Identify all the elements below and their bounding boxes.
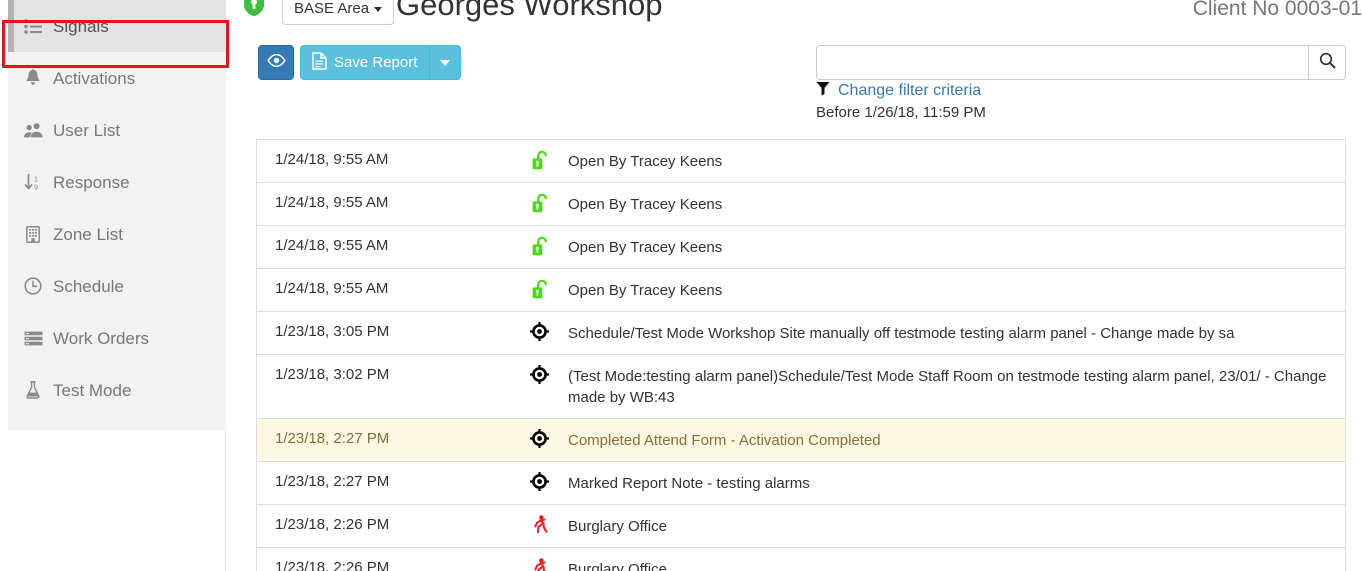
- signal-description: Open By Tracey Keens: [568, 153, 723, 170]
- table-row[interactable]: 1/23/18, 2:27 PM Completed Attend Form -…: [257, 419, 1345, 462]
- sidebar-item-schedule[interactable]: Schedule: [8, 260, 226, 312]
- filter-criteria-row: Change filter criteria: [816, 80, 981, 102]
- table-row[interactable]: 1/23/18, 2:26 PM Burglary Office: [257, 548, 1345, 571]
- table-row[interactable]: 1/23/18, 2:26 PM Burglary Office: [257, 505, 1345, 548]
- sidebar-item-user-list[interactable]: User List: [8, 104, 226, 156]
- unlock-icon: [523, 140, 556, 171]
- sidebar-item-label: User List: [53, 120, 121, 140]
- gear-icon: [523, 419, 556, 448]
- sidebar-menu: Signals Activations User List 1 9 Respons…: [8, 0, 226, 430]
- signal-description: Marked Report Note - testing alarms: [568, 475, 810, 492]
- flask-icon: [22, 380, 44, 400]
- building-icon: [22, 224, 44, 244]
- unlock-icon: [523, 226, 556, 257]
- sidebar-item-zone-list[interactable]: Zone List: [8, 208, 226, 260]
- sidebar-item-signals[interactable]: Signals: [8, 0, 226, 52]
- signal-timestamp: 1/23/18, 2:27 PM: [275, 430, 390, 447]
- sidebar-item-test-mode[interactable]: Test Mode: [8, 364, 226, 416]
- gear-icon: [523, 355, 556, 384]
- save-report-label: Save Report: [334, 54, 418, 71]
- signal-description: Burglary Office: [568, 561, 667, 571]
- funnel-icon: [816, 81, 830, 101]
- signal-description: Completed Attend Form - Activation Compl…: [568, 432, 881, 449]
- search-icon: [1319, 52, 1336, 74]
- table-row[interactable]: 1/24/18, 9:55 AM Open By Tracey Keens: [257, 269, 1345, 312]
- page-title: Georges Workshop: [396, 0, 663, 22]
- preview-button[interactable]: [258, 45, 294, 80]
- svg-text:9: 9: [34, 182, 38, 190]
- signal-timestamp: 1/24/18, 9:55 AM: [275, 280, 389, 297]
- chevron-down-icon: [374, 7, 383, 12]
- signal-timestamp: 1/23/18, 2:27 PM: [275, 473, 390, 490]
- sidebar-item-label: Response: [53, 172, 130, 192]
- sort-order-icon: 1 9: [22, 172, 44, 192]
- signal-timestamp: 1/23/18, 2:26 PM: [275, 559, 390, 571]
- server-icon: [22, 328, 44, 348]
- green-shield-icon: [243, 0, 265, 17]
- table-row[interactable]: 1/24/18, 9:55 AM Open By Tracey Keens: [257, 226, 1345, 269]
- signals-table: 1/24/18, 9:55 AM Open By Tracey Keens 1/2…: [256, 139, 1346, 571]
- sidebar-item-work-orders[interactable]: Work Orders: [8, 312, 226, 364]
- signal-timestamp: 1/24/18, 9:55 AM: [275, 151, 389, 168]
- sidebar-item-response[interactable]: 1 9 Response: [8, 156, 226, 208]
- caret-down-icon: [440, 59, 451, 66]
- list-icon: [22, 16, 44, 36]
- gear-icon: [523, 312, 556, 341]
- table-row[interactable]: 1/23/18, 3:05 PM Schedule/Test Mode Work…: [257, 312, 1345, 355]
- sidebar-item-label: Signals: [53, 16, 109, 36]
- filter-summary-text: Before 1/26/18, 11:59 PM: [816, 104, 986, 121]
- table-row[interactable]: 1/24/18, 9:55 AM Open By Tracey Keens: [257, 183, 1345, 226]
- save-report-button-group: Save Report: [300, 45, 462, 80]
- save-report-button[interactable]: Save Report: [300, 45, 431, 80]
- table-row[interactable]: 1/23/18, 2:27 PM Marked Report Note - te…: [257, 462, 1345, 505]
- base-area-dropdown[interactable]: BASE Area: [282, 0, 395, 25]
- signal-timestamp: 1/23/18, 2:26 PM: [275, 516, 390, 533]
- sidebar-item-label: Activations: [53, 68, 136, 88]
- signal-description: Open By Tracey Keens: [568, 282, 723, 299]
- base-area-label: BASE Area: [294, 0, 370, 17]
- clock-icon: [22, 276, 44, 296]
- sidebar-item-activations[interactable]: Activations: [8, 52, 226, 104]
- sidebar-item-label: Schedule: [53, 276, 124, 296]
- unlock-icon: [523, 183, 556, 214]
- sidebar-navigation: Signals Activations User List 1 9 Respons…: [0, 0, 229, 571]
- runner-icon: [523, 548, 556, 571]
- sidebar-item-label: Zone List: [53, 224, 123, 244]
- table-row[interactable]: 1/24/18, 9:55 AM Open By Tracey Keens: [257, 140, 1345, 183]
- runner-icon: [523, 505, 556, 534]
- save-report-dropdown-toggle[interactable]: [430, 45, 462, 80]
- signal-description: Open By Tracey Keens: [568, 239, 723, 256]
- client-number: Client No 0003-01: [1192, 0, 1362, 20]
- sidebar-item-label: Test Mode: [53, 380, 132, 400]
- table-row[interactable]: 1/23/18, 3:02 PM (Test Mode:testing alar…: [257, 355, 1345, 419]
- search-bar: [816, 45, 1346, 80]
- gear-icon: [523, 462, 556, 491]
- signal-description: (Test Mode:testing alarm panel)Schedule/…: [568, 368, 1327, 406]
- users-icon: [22, 120, 44, 140]
- change-filter-criteria-link[interactable]: Change filter criteria: [838, 82, 981, 100]
- signal-timestamp: 1/24/18, 9:55 AM: [275, 194, 389, 211]
- sidebar-item-label: Work Orders: [53, 328, 150, 348]
- signal-description: Open By Tracey Keens: [568, 196, 723, 213]
- search-button[interactable]: [1308, 45, 1346, 80]
- unlock-icon: [523, 269, 556, 300]
- signal-timestamp: 1/23/18, 3:02 PM: [275, 366, 390, 383]
- search-input[interactable]: [816, 45, 1308, 80]
- signal-description: Burglary Office: [568, 518, 667, 535]
- file-icon: [312, 51, 327, 74]
- signal-description: Schedule/Test Mode Workshop Site manuall…: [568, 325, 1235, 342]
- signal-timestamp: 1/24/18, 9:55 AM: [275, 237, 389, 254]
- eye-icon: [266, 53, 286, 72]
- application-window: Signals Activations User List 1 9 Respons…: [0, 0, 1362, 571]
- bell-icon: [22, 68, 44, 88]
- signal-timestamp: 1/23/18, 3:05 PM: [275, 323, 390, 340]
